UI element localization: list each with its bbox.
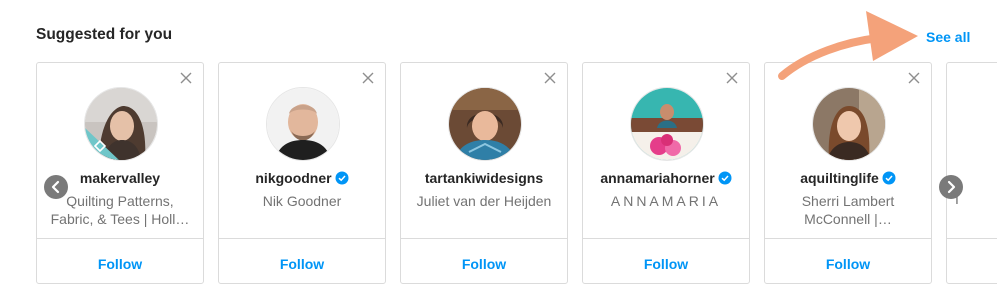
carousel-prev-button[interactable]	[44, 175, 68, 199]
suggested-for-you-panel: Suggested for you See all makervalley Qu…	[0, 0, 997, 303]
divider	[765, 238, 931, 239]
username-row[interactable]: nikgoodner	[219, 170, 385, 186]
avatar[interactable]	[630, 87, 704, 161]
divider	[219, 238, 385, 239]
chevron-left-icon	[51, 180, 60, 194]
divider	[37, 238, 203, 239]
divider	[401, 238, 567, 239]
carousel-next-button[interactable]	[939, 175, 963, 199]
close-icon[interactable]	[361, 71, 375, 85]
username[interactable]: makervalley	[80, 170, 160, 186]
user-subtitle: ANNAMARIA	[610, 193, 722, 209]
follow-button[interactable]: Follow	[583, 256, 749, 272]
avatar[interactable]	[448, 87, 522, 161]
username[interactable]: annamariahorner	[600, 170, 714, 186]
close-icon[interactable]	[725, 71, 739, 85]
username[interactable]: aquiltinglife	[800, 170, 879, 186]
username-row[interactable]: aquiltinglife	[765, 170, 931, 186]
divider	[583, 238, 749, 239]
user-subtitle: Juliet van der Heijden	[416, 193, 552, 209]
chevron-right-icon	[947, 180, 956, 194]
avatar[interactable]	[84, 87, 158, 161]
follow-button[interactable]: Follow	[219, 256, 385, 272]
follow-button[interactable]: Follow	[37, 256, 203, 272]
divider	[947, 238, 997, 239]
see-all-link[interactable]: See all	[926, 29, 970, 45]
user-subtitle: Nik Goodner	[262, 193, 342, 209]
suggestion-card: aquiltinglife Sherri Lambert McConnell |…	[764, 62, 932, 284]
suggestions-carousel: makervalley Quilting Patterns, Fabric, &…	[36, 62, 997, 286]
verified-badge-icon	[882, 171, 896, 185]
verified-badge-icon	[335, 171, 349, 185]
close-icon[interactable]	[179, 71, 193, 85]
suggestion-card: nikgoodner Nik Goodner Follow	[218, 62, 386, 284]
suggestion-card-partial: I	[946, 62, 997, 284]
suggestion-card: tartankiwidesigns Juliet van der Heijden…	[400, 62, 568, 284]
close-icon[interactable]	[543, 71, 557, 85]
username[interactable]: tartankiwidesigns	[425, 170, 543, 186]
username-row[interactable]: tartankiwidesigns	[401, 170, 567, 186]
suggestion-card: annamariahorner ANNAMARIA Follow	[582, 62, 750, 284]
avatar[interactable]	[812, 87, 886, 161]
section-title: Suggested for you	[36, 26, 173, 43]
follow-button[interactable]: Follow	[401, 256, 567, 272]
suggestion-card: makervalley Quilting Patterns, Fabric, &…	[36, 62, 204, 284]
avatar[interactable]	[266, 87, 340, 161]
follow-button[interactable]: Follow	[765, 256, 931, 272]
username[interactable]: nikgoodner	[255, 170, 331, 186]
username-row[interactable]: annamariahorner	[583, 170, 749, 186]
close-icon[interactable]	[907, 71, 921, 85]
verified-badge-icon	[718, 171, 732, 185]
user-subtitle: Sherri Lambert McConnell |…	[801, 193, 895, 227]
